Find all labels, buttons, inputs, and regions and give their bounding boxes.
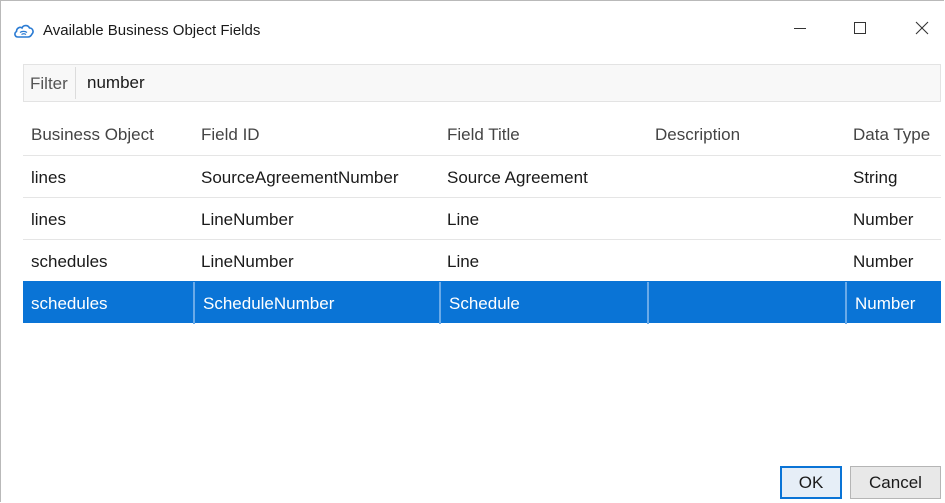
- data-type-cell: Number: [853, 210, 914, 229]
- maximize-icon: [854, 22, 866, 34]
- column-header-description[interactable]: Description: [647, 113, 845, 155]
- filter-divider: [75, 67, 76, 99]
- data-type-cell: Number: [845, 282, 941, 324]
- maximize-button[interactable]: [837, 9, 883, 47]
- field-title-cell: Source Agreement: [447, 168, 588, 187]
- filter-label: Filter: [30, 74, 68, 93]
- table-row[interactable]: lines SourceAgreementNumber Source Agree…: [23, 155, 941, 197]
- title-bar[interactable]: Available Business Object Fields: [1, 1, 945, 47]
- business-object-cell: schedules: [31, 252, 108, 271]
- column-header-field-title[interactable]: Field Title: [439, 113, 647, 155]
- field-title-cell: Line: [447, 210, 480, 229]
- description-cell: [647, 156, 845, 198]
- filter-bar: Filter: [23, 64, 941, 102]
- field-id-cell: LineNumber: [201, 210, 294, 229]
- column-header-field-id[interactable]: Field ID: [193, 113, 439, 155]
- window-title: Available Business Object Fields: [43, 22, 261, 39]
- business-object-cell: schedules: [31, 294, 108, 313]
- filter-input[interactable]: [77, 66, 937, 100]
- description-cell: [647, 240, 845, 282]
- table-row-selected[interactable]: schedules ScheduleNumber Schedule Number: [23, 281, 941, 324]
- dialog-window: Available Business Object Fields Filter …: [0, 0, 944, 502]
- minimize-icon: [794, 28, 806, 29]
- field-title-cell: Schedule: [439, 282, 647, 324]
- cloud-icon: [14, 24, 34, 38]
- table-row[interactable]: lines LineNumber Line Number: [23, 197, 941, 239]
- table-header: Business Object Field ID Field Title Des…: [23, 113, 941, 155]
- close-icon: [915, 21, 929, 35]
- business-object-cell: lines: [31, 210, 66, 229]
- data-type-cell: Number: [853, 252, 914, 271]
- cancel-button[interactable]: Cancel: [850, 466, 941, 499]
- data-type-cell: String: [853, 168, 898, 187]
- table-row[interactable]: schedules LineNumber Line Number: [23, 239, 941, 281]
- column-header-data-type[interactable]: Data Type: [845, 113, 941, 155]
- description-cell: [647, 198, 845, 240]
- minimize-button[interactable]: [777, 9, 823, 47]
- field-title-cell: Line: [447, 252, 480, 271]
- business-object-cell: lines: [31, 168, 66, 187]
- field-id-cell: LineNumber: [201, 252, 294, 271]
- ok-button[interactable]: OK: [780, 466, 842, 499]
- close-button[interactable]: [899, 9, 945, 47]
- fields-table: Business Object Field ID Field Title Des…: [23, 113, 941, 324]
- field-id-cell: ScheduleNumber: [193, 282, 439, 324]
- field-id-cell: SourceAgreementNumber: [201, 168, 399, 187]
- column-header-business-object[interactable]: Business Object: [23, 113, 193, 155]
- description-cell: [647, 282, 845, 324]
